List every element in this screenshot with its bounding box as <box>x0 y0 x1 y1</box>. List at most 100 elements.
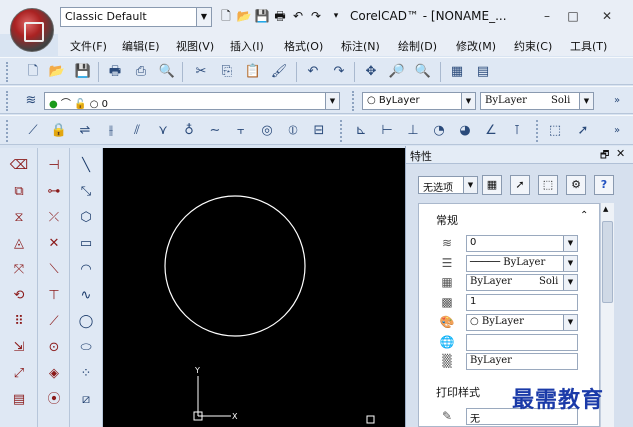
toolbar-grip[interactable] <box>352 91 356 111</box>
chevron-down-icon[interactable]: ▼ <box>563 236 577 251</box>
layer-row[interactable]: 0 ▼ <box>466 235 578 252</box>
close-icon[interactable]: ✕ <box>616 147 625 160</box>
save-icon[interactable]: 💾 <box>74 63 92 81</box>
move-icon[interactable]: ⤧ <box>9 260 29 280</box>
drawing-canvas[interactable]: Y X <box>103 148 405 427</box>
undo-icon[interactable]: ↶ <box>290 8 306 24</box>
chevron-down-icon[interactable]: ▼ <box>563 256 577 271</box>
dimension-angle-icon[interactable]: ∠ <box>482 122 500 140</box>
menu-edit[interactable]: 编辑(E) <box>122 38 160 54</box>
match-properties-icon[interactable]: 🖌 <box>270 63 288 81</box>
toolbar-grip[interactable] <box>6 120 10 142</box>
toolbar-grip[interactable] <box>340 120 344 142</box>
open-icon[interactable]: 📂 <box>236 8 252 24</box>
horizontal-constraint-icon[interactable]: ⇌ <box>76 122 94 140</box>
paste-icon[interactable]: 📋 <box>244 63 262 81</box>
layer-combo[interactable]: ● ⌒ 🔓 ○ 0 ▼ <box>44 92 340 110</box>
snap-intersection-icon[interactable]: ⤫ <box>44 208 64 228</box>
lock-icon[interactable]: 🔒 <box>50 122 68 140</box>
array-icon[interactable]: ⠿ <box>9 312 29 332</box>
select-pointer-icon[interactable]: ➚ <box>574 122 592 140</box>
close-button[interactable]: ✕ <box>596 6 618 26</box>
scrollbar-thumb[interactable] <box>602 221 613 303</box>
ellipse-icon[interactable]: ⬭ <box>76 338 96 358</box>
chevron-down-icon[interactable]: ▼ <box>579 93 593 109</box>
point-icon[interactable]: ⁘ <box>76 364 96 384</box>
text-style-icon[interactable]: ▦ <box>448 63 466 81</box>
polygon-icon[interactable]: ⬡ <box>76 208 96 228</box>
print-icon[interactable]: 🖶 <box>106 63 124 81</box>
menu-constraint[interactable]: 约束(C) <box>514 38 552 54</box>
offset-icon[interactable]: ◬ <box>9 234 29 254</box>
menu-draw[interactable]: 绘制(D) <box>398 38 437 54</box>
toolbar-overflow-icon[interactable]: » <box>608 92 626 110</box>
properties-icon[interactable]: ▤ <box>474 63 492 81</box>
chevron-down-icon[interactable]: ▼ <box>463 177 477 193</box>
vertical-constraint-icon[interactable]: ⫲ <box>102 122 120 140</box>
snap-extension-icon[interactable]: ⟍ <box>44 260 64 280</box>
spline-icon[interactable]: ∿ <box>76 286 96 306</box>
toolbar-grip[interactable] <box>6 62 10 82</box>
chevron-down-icon[interactable]: ▼ <box>196 7 212 27</box>
menu-tools[interactable]: 工具(T) <box>570 38 607 54</box>
snap-quadrant-icon[interactable]: ◈ <box>44 364 64 384</box>
chevron-down-icon[interactable]: ▼ <box>325 93 339 109</box>
open-icon[interactable]: 📂 <box>48 63 66 81</box>
dimension-vertical-icon[interactable]: ⊥ <box>404 122 422 140</box>
scale-icon[interactable]: ⇲ <box>9 338 29 358</box>
save-icon[interactable]: 💾 <box>254 8 270 24</box>
menu-view[interactable]: 视图(V) <box>176 38 214 54</box>
copy-entity-icon[interactable]: ⧉ <box>9 182 29 202</box>
snap-center-icon[interactable]: ⊙ <box>44 338 64 358</box>
zoom-realtime-icon[interactable]: 🔎 <box>388 63 406 81</box>
menu-modify[interactable]: 修改(M) <box>456 38 496 54</box>
dimension-radius-icon[interactable]: ◔ <box>430 122 448 140</box>
layer-manager-icon[interactable]: ≋ <box>22 92 40 110</box>
copy-icon[interactable]: ⎘ <box>218 63 236 81</box>
select-window-icon[interactable]: ⬚ <box>546 122 564 140</box>
cut-icon[interactable]: ✂ <box>192 63 210 81</box>
menu-dimension[interactable]: 标注(N) <box>341 38 380 54</box>
line-icon[interactable]: ╲ <box>76 156 96 176</box>
chevron-down-icon[interactable]: ▼ <box>461 93 475 109</box>
hyperlink-row[interactable] <box>466 334 578 351</box>
perpendicular-constraint-icon[interactable]: ⋎ <box>154 122 172 140</box>
circle-icon[interactable]: ◯ <box>76 312 96 332</box>
scroll-up-icon[interactable]: ▲ <box>603 205 608 213</box>
print-setup-icon[interactable]: ⎙ <box>132 63 150 81</box>
linetype-row[interactable]: ───── ByLayer ▼ <box>466 255 578 272</box>
print-preview-icon[interactable]: 🔍 <box>158 63 176 81</box>
corelcad-logo[interactable] <box>10 8 54 52</box>
quick-select-icon[interactable]: ▦ <box>482 175 502 195</box>
chevron-down-icon[interactable]: ▼ <box>563 315 577 330</box>
collapse-icon[interactable]: ⌃ <box>580 210 588 221</box>
drawn-circle[interactable] <box>164 195 306 337</box>
customize-quick-access-icon[interactable]: ▾ <box>328 8 344 24</box>
snap-perpendicular-icon[interactable]: ⊤ <box>44 286 64 306</box>
rotate-icon[interactable]: ⟲ <box>9 286 29 306</box>
dimension-diameter-icon[interactable]: ◕ <box>456 122 474 140</box>
symmetric-constraint-icon[interactable]: ⦶ <box>284 122 302 140</box>
dock-icon[interactable]: 🗗 <box>600 148 609 165</box>
menu-format[interactable]: 格式(O) <box>284 38 323 54</box>
snap-tangent-icon[interactable]: ⦿ <box>44 390 64 410</box>
pan-icon[interactable]: ✥ <box>362 63 380 81</box>
dimension-ordinate-icon[interactable]: ⊺ <box>508 122 526 140</box>
snap-parallel-icon[interactable]: ⟋ <box>44 312 64 332</box>
selection-select[interactable]: 无选项 ▼ <box>418 176 478 194</box>
snap-endpoint-icon[interactable]: ⟋ <box>24 122 42 140</box>
equal-constraint-icon[interactable]: ⊟ <box>310 122 328 140</box>
minimize-button[interactable]: – <box>536 6 558 26</box>
transparency-row[interactable]: ByLayer <box>466 353 578 370</box>
snap-midpoint-icon[interactable]: ⊶ <box>44 182 64 202</box>
zoom-previous-icon[interactable]: 🔍 <box>414 63 432 81</box>
linetype-combo[interactable]: ByLayer Soli ▼ <box>480 92 594 110</box>
toggle-pickadd-icon[interactable]: ⬚ <box>538 175 558 195</box>
lineweight-row[interactable]: ByLayer Soli ▼ <box>466 274 578 291</box>
menu-file[interactable]: 文件(F) <box>70 38 107 54</box>
snap-apparent-intersection-icon[interactable]: ✕ <box>44 234 64 254</box>
select-objects-icon[interactable]: ➚ <box>510 175 530 195</box>
redo-icon[interactable]: ↷ <box>330 63 348 81</box>
color-row[interactable]: ○ ByLayer ▼ <box>466 314 578 331</box>
dimension-horizontal-icon[interactable]: ⊢ <box>378 122 396 140</box>
